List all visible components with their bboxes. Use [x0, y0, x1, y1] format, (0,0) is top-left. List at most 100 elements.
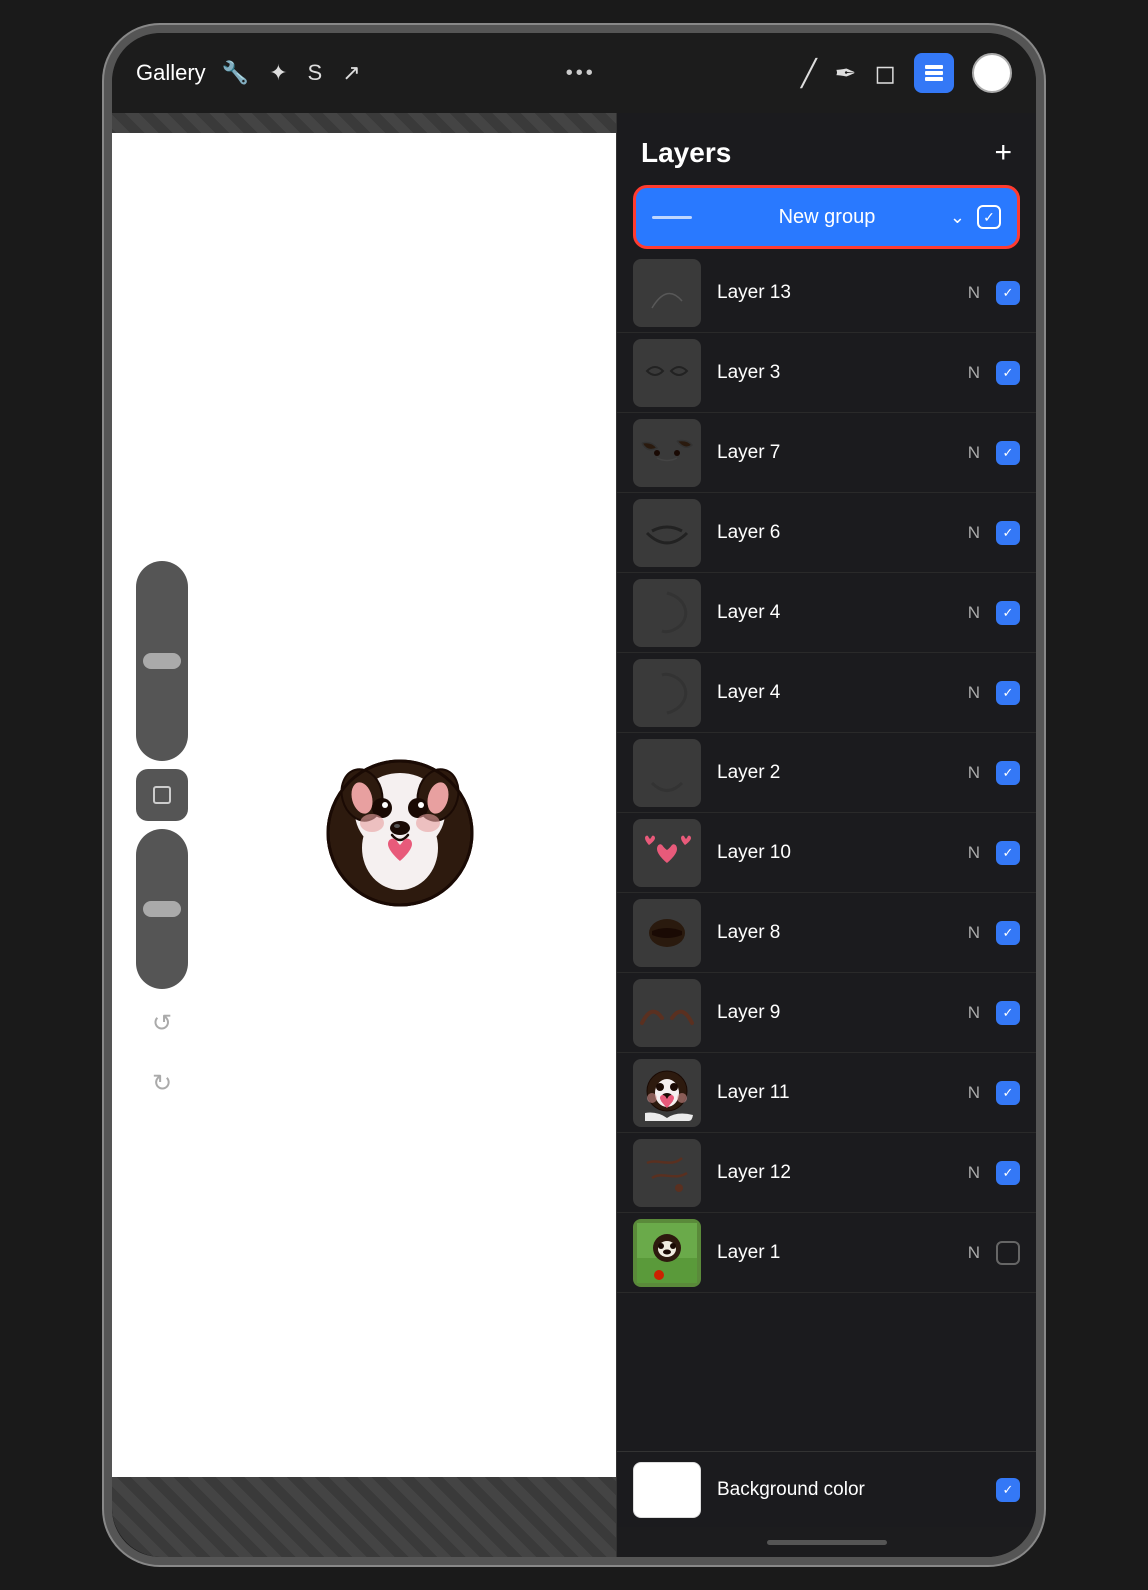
new-group-row[interactable]: New group ⌄ — [633, 185, 1020, 249]
layer-visibility-checkbox[interactable] — [996, 441, 1020, 465]
layer-visibility-checkbox[interactable] — [996, 361, 1020, 385]
cursor-button[interactable] — [136, 769, 188, 821]
left-toolbar: ↺ ↻ — [136, 561, 188, 1109]
layer-blend-mode: N — [968, 1003, 980, 1023]
layer-blend-mode: N — [968, 763, 980, 783]
layer-visibility-checkbox[interactable] — [996, 1081, 1020, 1105]
layer-row[interactable]: Layer 2 N — [617, 733, 1036, 813]
layer-thumbnail — [633, 1139, 701, 1207]
toolbar-icons: 🔧 ✦ S ↗ — [222, 60, 361, 86]
dog-illustration — [310, 733, 490, 913]
layer-row[interactable]: Layer 1 N — [617, 1213, 1036, 1293]
background-color-row[interactable]: Background color — [617, 1451, 1036, 1527]
color-picker[interactable] — [972, 53, 1012, 93]
layer-name: Layer 12 — [717, 1162, 968, 1184]
layer-name: Layer 11 — [717, 1082, 968, 1104]
device-inner: Gallery 🔧 ✦ S ↗ ••• ╱ ✒ ◻ — [112, 33, 1036, 1557]
opacity-thumb[interactable] — [143, 901, 181, 917]
layer-blend-mode: N — [968, 843, 980, 863]
layers-header: Layers + — [617, 113, 1036, 185]
layers-button[interactable] — [914, 53, 954, 93]
layer-row[interactable]: Layer 4 N — [617, 653, 1036, 733]
top-bar: Gallery 🔧 ✦ S ↗ ••• ╱ ✒ ◻ — [112, 33, 1036, 113]
undo-button[interactable]: ↺ — [136, 997, 188, 1049]
new-group-label: New group — [704, 206, 950, 229]
layer-thumbnail — [633, 1059, 701, 1127]
layer-row[interactable]: Layer 8 N — [617, 893, 1036, 973]
layer-row[interactable]: Layer 13 N — [617, 253, 1036, 333]
layer-name: Layer 8 — [717, 922, 968, 944]
layer-blend-mode: N — [968, 1163, 980, 1183]
layer-row[interactable]: Layer 11 N — [617, 1053, 1036, 1133]
layer-thumbnail — [633, 579, 701, 647]
scroll-indicator — [767, 1540, 887, 1545]
layer-row[interactable]: Layer 12 N — [617, 1133, 1036, 1213]
brush-icon[interactable]: ╱ — [801, 58, 817, 89]
layer-thumbnail — [633, 659, 701, 727]
layer-name: Layer 3 — [717, 362, 968, 384]
layers-list: Layer 13 N Layer 3 N — [617, 253, 1036, 1451]
redo-button[interactable]: ↻ — [136, 1057, 188, 1109]
top-bar-right: ╱ ✒ ◻ — [801, 53, 1012, 93]
layer-blend-mode: N — [968, 603, 980, 623]
layer-blend-mode: N — [968, 923, 980, 943]
main-content: ↺ ↻ Layers + New group ⌄ — [112, 113, 1036, 1557]
layer-visibility-checkbox[interactable] — [996, 1001, 1020, 1025]
layer-row[interactable]: Layer 6 N — [617, 493, 1036, 573]
layer-visibility-checkbox[interactable] — [996, 1161, 1020, 1185]
background-color-swatch — [633, 1462, 701, 1518]
top-bar-left: Gallery 🔧 ✦ S ↗ — [136, 60, 361, 86]
layer-thumbnail — [633, 419, 701, 487]
layer-row[interactable]: Layer 9 N — [617, 973, 1036, 1053]
opacity-slider[interactable] — [136, 829, 188, 989]
layer-thumbnail — [633, 979, 701, 1047]
layer-visibility-checkbox[interactable] — [996, 921, 1020, 945]
background-color-checkbox[interactable] — [996, 1478, 1020, 1502]
layer-visibility-checkbox[interactable] — [996, 601, 1020, 625]
layer-thumbnail — [633, 499, 701, 567]
brush-size-slider[interactable] — [136, 561, 188, 761]
select-icon[interactable]: S — [308, 60, 323, 86]
top-bar-center: ••• — [361, 62, 801, 85]
layer-name: Layer 4 — [717, 682, 968, 704]
magic-icon[interactable]: ✦ — [269, 60, 287, 86]
brush-size-thumb[interactable] — [143, 653, 181, 669]
layer-name: Layer 13 — [717, 282, 968, 304]
layer-blend-mode: N — [968, 1243, 980, 1263]
layer-thumbnail — [633, 259, 701, 327]
smudge-icon[interactable]: ✒ — [835, 58, 857, 89]
layer-thumbnail — [633, 339, 701, 407]
layers-panel: Layers + New group ⌄ — [616, 113, 1036, 1557]
add-layer-button[interactable]: + — [994, 138, 1012, 168]
device: Gallery 🔧 ✦ S ↗ ••• ╱ ✒ ◻ — [104, 25, 1044, 1565]
canvas-area: ↺ ↻ — [112, 113, 616, 1557]
layer-blend-mode: N — [968, 283, 980, 303]
gallery-button[interactable]: Gallery — [136, 60, 206, 86]
layer-thumbnail — [633, 899, 701, 967]
new-group-visibility-checkbox[interactable] — [977, 205, 1001, 229]
layer-row[interactable]: Layer 7 N — [617, 413, 1036, 493]
layer-row[interactable]: Layer 3 N — [617, 333, 1036, 413]
layer-visibility-checkbox[interactable] — [996, 521, 1020, 545]
layer-name: Layer 10 — [717, 842, 968, 864]
bottom-scroll — [617, 1527, 1036, 1557]
transform-icon[interactable]: ↗ — [342, 60, 360, 86]
layer-name: Layer 6 — [717, 522, 968, 544]
layer-visibility-checkbox[interactable] — [996, 681, 1020, 705]
more-options-icon[interactable]: ••• — [566, 62, 596, 85]
layers-title: Layers — [641, 137, 731, 169]
layer-visibility-checkbox[interactable] — [996, 841, 1020, 865]
new-group-line — [652, 216, 692, 219]
layer-thumbnail — [633, 819, 701, 887]
layer-row[interactable]: Layer 4 N — [617, 573, 1036, 653]
layer-visibility-checkbox[interactable] — [996, 1241, 1020, 1265]
layer-thumbnail — [633, 739, 701, 807]
layer-visibility-checkbox[interactable] — [996, 281, 1020, 305]
chevron-down-icon: ⌄ — [950, 207, 965, 228]
wrench-icon[interactable]: 🔧 — [222, 60, 249, 86]
layer-row[interactable]: Layer 10 N — [617, 813, 1036, 893]
layer-visibility-checkbox[interactable] — [996, 761, 1020, 785]
layer-name: Layer 2 — [717, 762, 968, 784]
eraser-icon[interactable]: ◻ — [874, 58, 896, 89]
background-color-label: Background color — [717, 1479, 996, 1501]
